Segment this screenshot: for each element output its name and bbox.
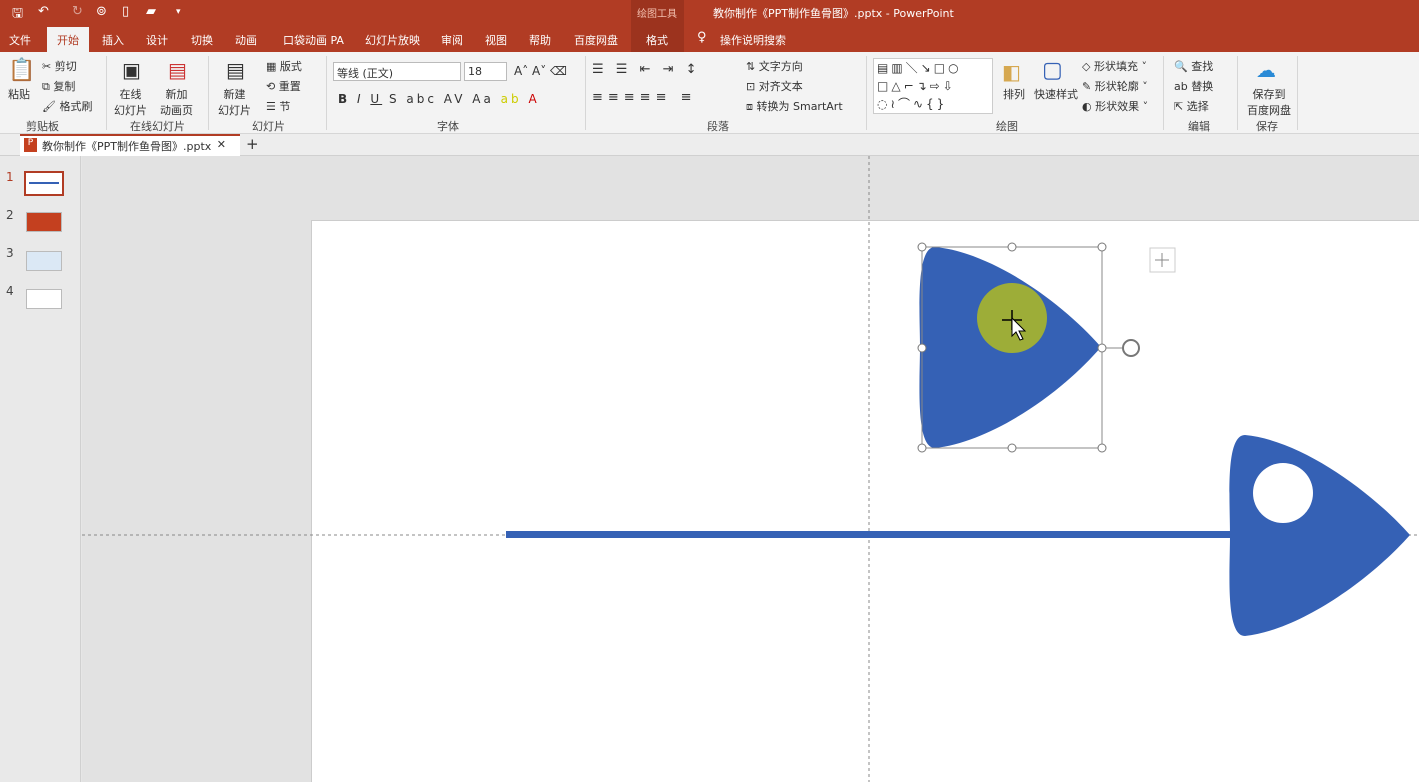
slide-shapes (82, 156, 1419, 782)
fish-head-shape[interactable] (1229, 435, 1410, 636)
rotate-handle-icon[interactable] (1122, 339, 1140, 357)
fish-spine-line[interactable] (506, 531, 1246, 538)
fish-eye (1253, 463, 1313, 523)
